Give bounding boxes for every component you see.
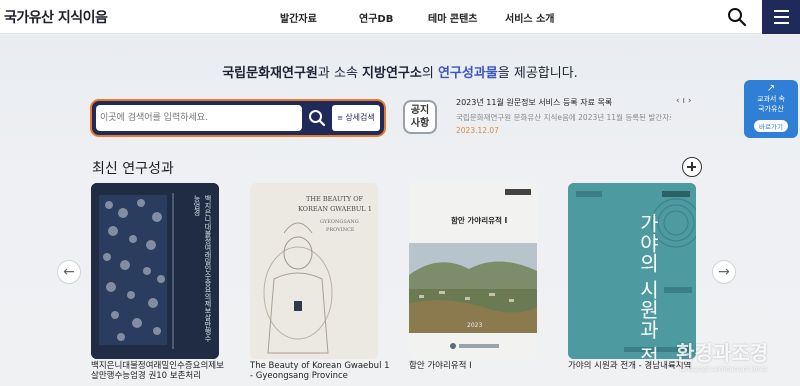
book-2-cover-title-1: THE BEAUTY OF (306, 195, 364, 203)
carousel-next-button[interactable]: → (712, 260, 736, 284)
hamburger-menu-button[interactable] (762, 0, 800, 34)
notice-description[interactable]: 국립문화재연구원 문화유산 지식e음에 2023년 11월 등록된 발간자료 .… (456, 112, 671, 123)
book-3-cover-title: 함안 가야리유적 I (451, 216, 508, 225)
search-input-wrapper (96, 105, 302, 131)
search-icon (309, 110, 326, 127)
banner-line1: 교과서 속 (757, 95, 785, 103)
plus-icon[interactable] (682, 157, 702, 177)
book-1-caption[interactable]: 백지은니대불정여래밀인수증요의제보살만행수능엄경 권10 보존처리 (91, 361, 231, 381)
book-cover-3[interactable]: 함안 가야리유적 I 2023 (409, 183, 537, 359)
search-icon[interactable] (726, 6, 748, 28)
nav-publications[interactable]: 발간자료 (280, 10, 317, 25)
search-input[interactable] (100, 105, 300, 131)
arrow-up-right-icon: ↗ (766, 83, 776, 94)
banner-line2: 국가유산 (758, 105, 784, 113)
textbook-heritage-banner[interactable]: ↗ 교과서 속 국가유산 바로가기 (744, 80, 798, 138)
detail-search-button[interactable]: ≡ 상세검색 (332, 105, 380, 131)
arrow-left-icon: ← (63, 264, 75, 280)
nav-theme-content[interactable]: 테마 콘텐츠 (428, 10, 477, 25)
notice-badge[interactable]: 공지 사항 (403, 100, 437, 134)
book-2-cover-title-2: KOREAN GWAEBUL 1 (298, 205, 372, 213)
book-cover-1[interactable]: 백지은니대불정여래밀인수증요의제보살만행수능엄경 (91, 183, 219, 359)
carousel-prev-button[interactable]: ← (57, 260, 81, 284)
main-nav: 발간자료 연구DB 테마 콘텐츠 서비스 소개 (0, 10, 800, 25)
nav-research-db[interactable]: 연구DB (359, 10, 393, 25)
book-cover-2[interactable]: THE BEAUTY OF KOREAN GWAEBUL 1 GYEONGSAN… (250, 183, 378, 359)
hero-tagline: 국립문화재연구원과 소속 지방연구소의 연구성과물을 제공합니다. (222, 66, 578, 81)
book-3-caption[interactable]: 함안 가야리유적 I (409, 361, 549, 371)
book-3-cover-year: 2023 (467, 322, 483, 329)
site-header: 국가유산 지식이음 발간자료 연구DB 테마 콘텐츠 서비스 소개 (0, 0, 800, 34)
search-bar: ≡ 상세검색 (90, 99, 386, 137)
banner-go-button[interactable]: 바로가기 (754, 120, 788, 132)
nav-service-intro[interactable]: 서비스 소개 (505, 10, 554, 25)
book-4-cover-title: 가야의 시원과 전개 (636, 213, 660, 359)
notice-title[interactable]: 2023년 11월 원문정보 서비스 등록 자료 목록 (456, 97, 612, 108)
book-2-cover-sub-1: GYEONGSANG (320, 219, 359, 225)
search-submit-button[interactable] (304, 105, 330, 131)
section-title: 최신 연구성과 (92, 161, 174, 177)
book-2-caption[interactable]: The Beauty of Korean Gwaebul 1 - Gyeongs… (250, 361, 390, 381)
watermark-logo: 환경과조경 (676, 341, 768, 365)
book-2-cover-sub-2: PROVINCE (326, 227, 355, 233)
watermark-subtitle: landscape architecture korea (680, 366, 768, 373)
notice-date: 2023.12.07 (456, 126, 499, 135)
book-cover-4[interactable]: 가야의 시원과 전개 (568, 183, 696, 359)
book-1-cover-title: 백지은니대불정여래밀인수증요의제보살만행수능엄경 (193, 195, 212, 342)
arrow-right-icon: → (718, 264, 730, 280)
notice-pager-controls[interactable]: ‹ ı › (676, 96, 691, 106)
